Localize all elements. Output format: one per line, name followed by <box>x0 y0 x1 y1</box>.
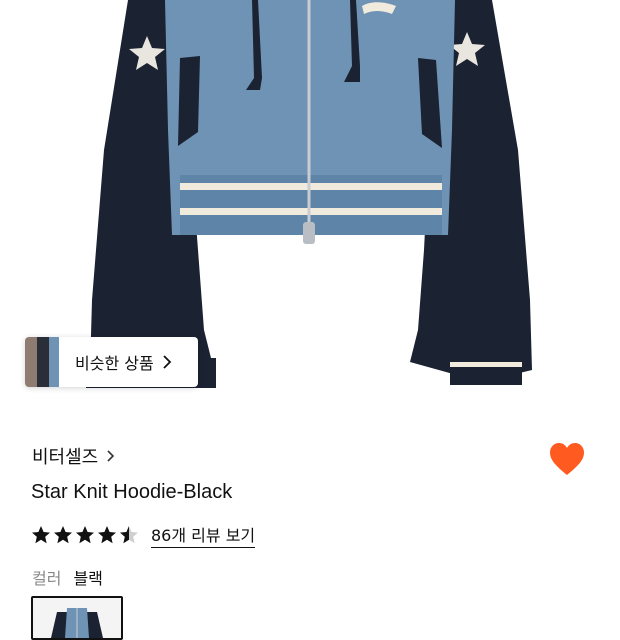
similar-products-label: 비슷한 상품 <box>75 354 154 373</box>
heart-icon <box>550 443 584 475</box>
star-icon <box>54 526 72 544</box>
star-rating <box>31 525 141 545</box>
rating-row: 86개 리뷰 보기 <box>31 522 256 548</box>
similar-products-button[interactable]: 비슷한 상품 <box>25 337 198 387</box>
reviews-link[interactable]: 86개 리뷰 보기 <box>151 522 256 548</box>
brand-name: 비터셀즈 <box>32 447 99 468</box>
half-star-icon <box>120 526 138 544</box>
star-icon <box>76 526 94 544</box>
star-icon <box>32 526 50 544</box>
chevron-right-icon <box>107 450 115 462</box>
option-label: 컬러 <box>32 569 62 588</box>
product-title: Star Knit Hoodie-Black <box>31 481 233 503</box>
color-swatch-selected[interactable] <box>31 596 123 640</box>
similar-product-thumbnail <box>25 337 59 387</box>
swatch-thumbnail <box>33 598 121 638</box>
color-option: 컬러 블랙 <box>32 565 103 589</box>
brand-link[interactable]: 비터셀즈 <box>32 443 115 469</box>
option-value: 블랙 <box>73 569 103 588</box>
star-icon <box>98 526 116 544</box>
wishlist-button[interactable] <box>548 441 586 479</box>
chevron-right-icon <box>163 355 171 369</box>
